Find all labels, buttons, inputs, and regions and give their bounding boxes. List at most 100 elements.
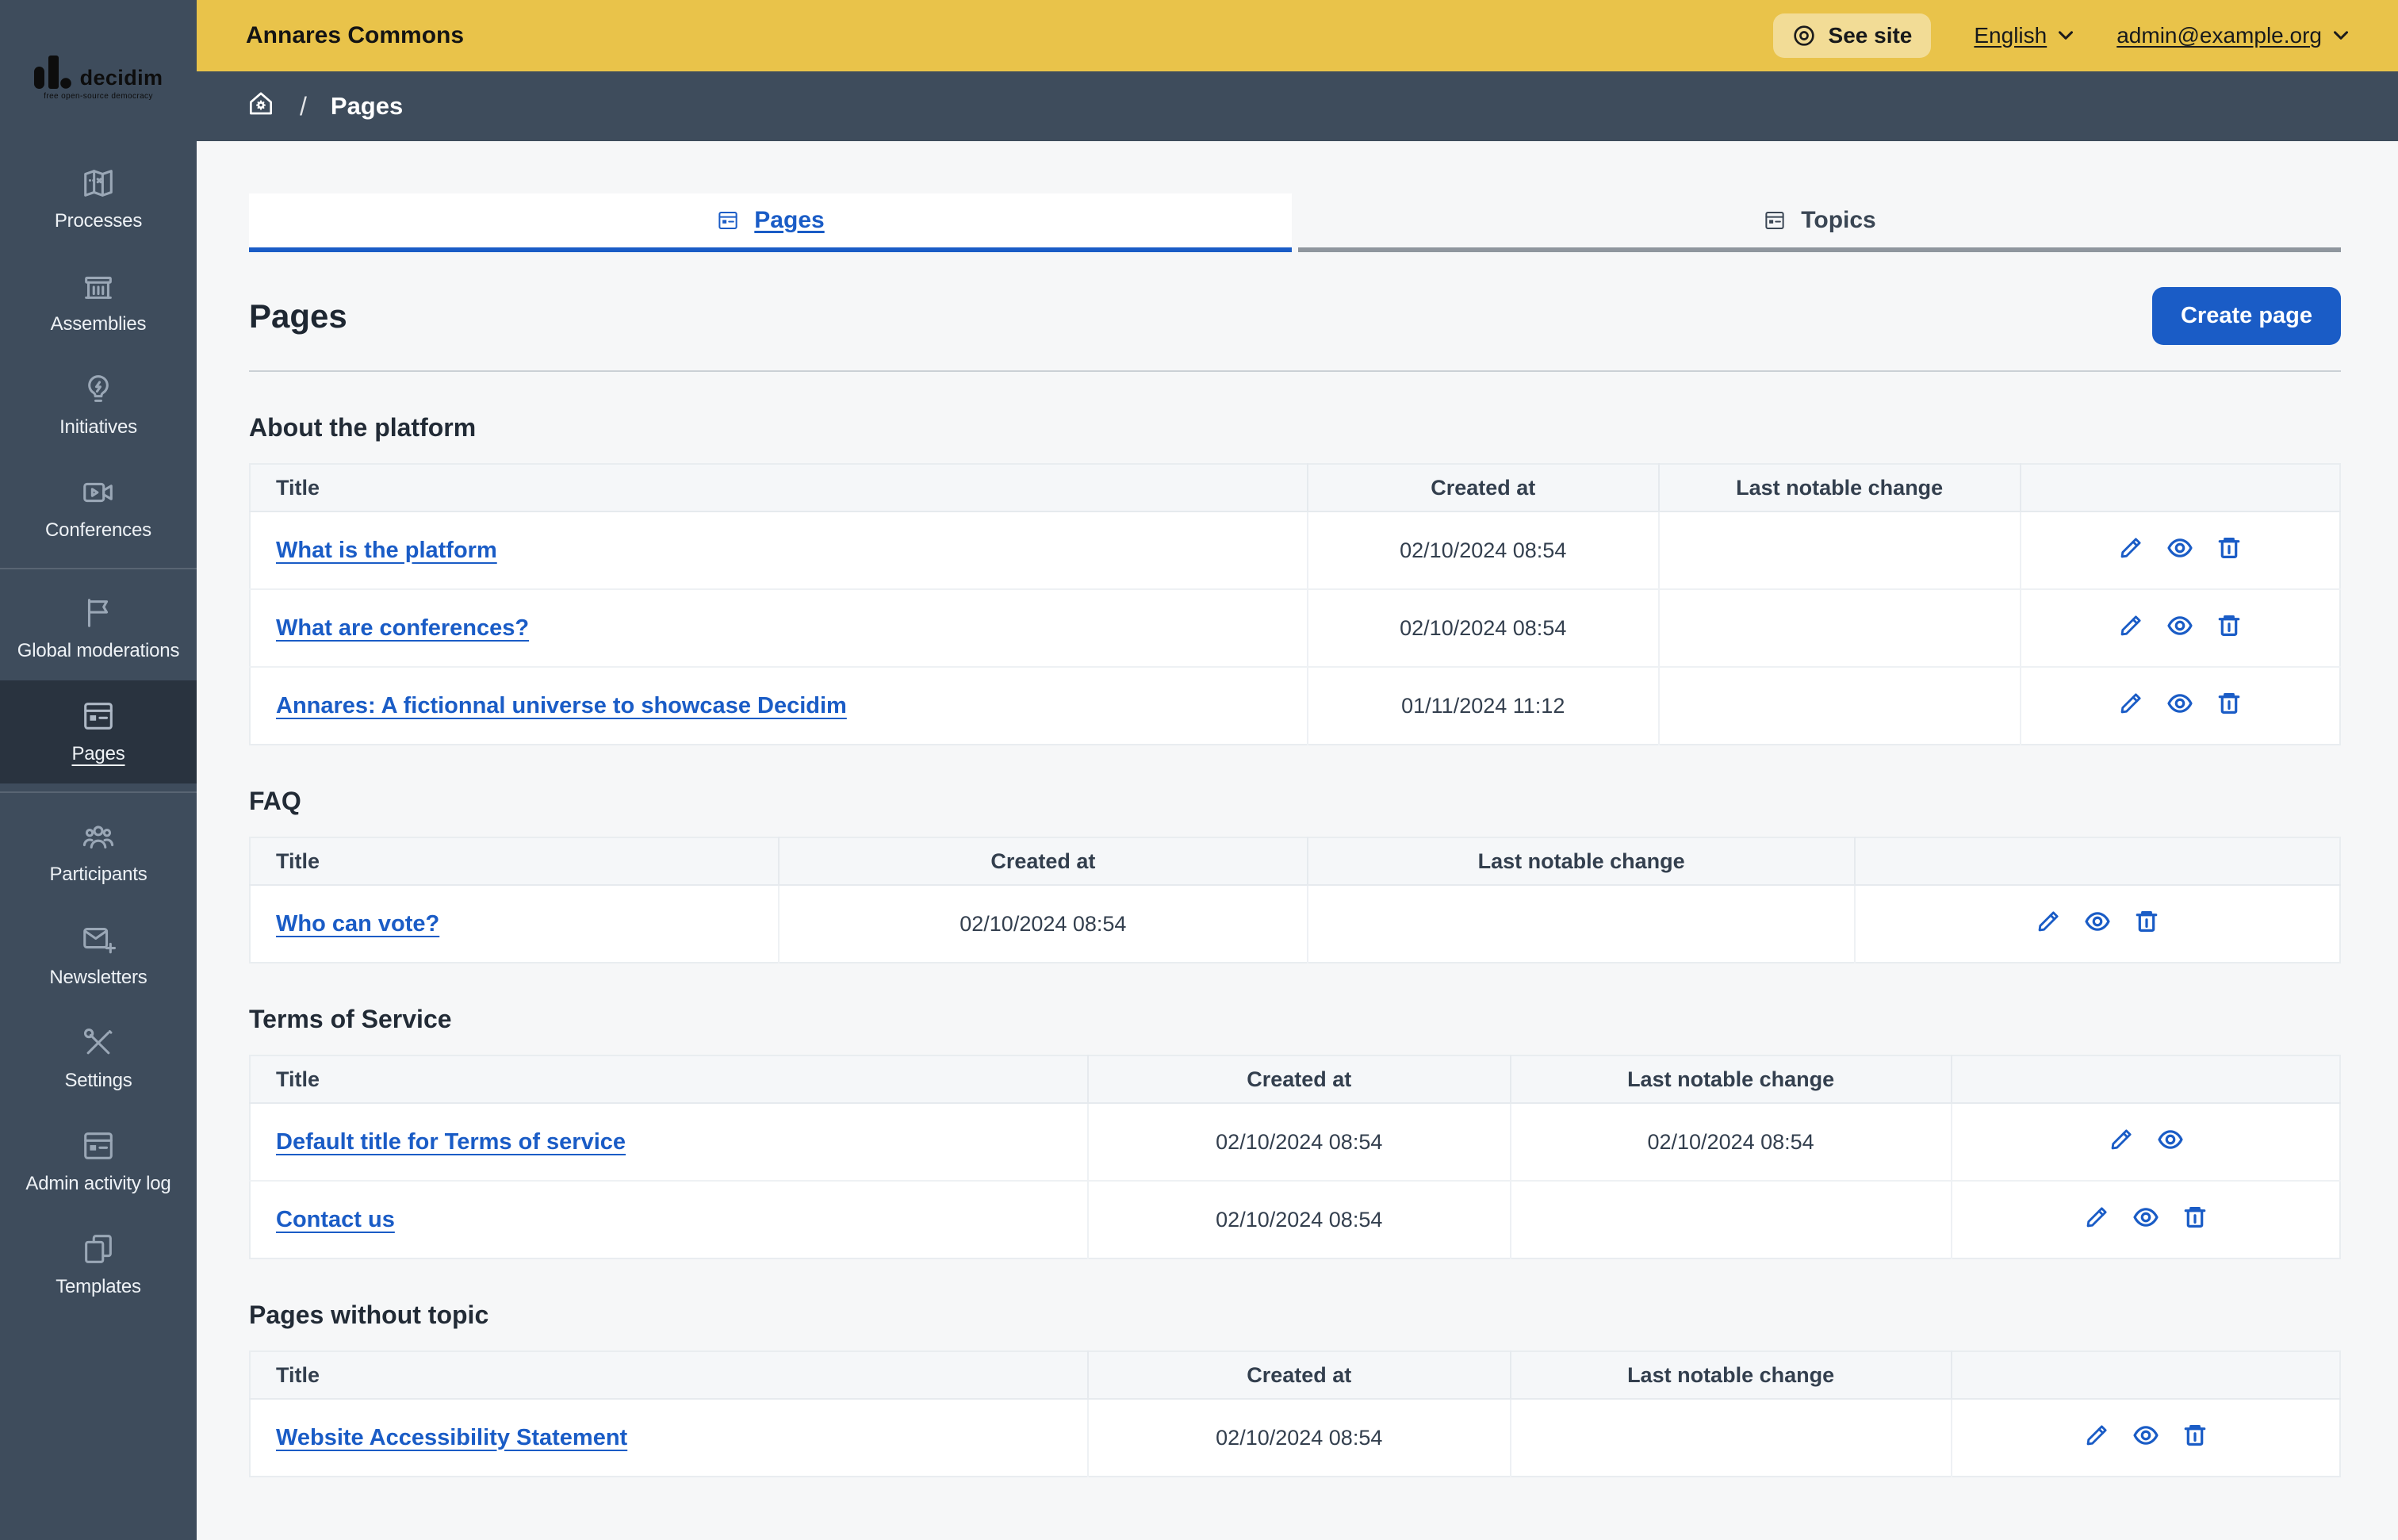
tab-pages[interactable]: Pages [249, 193, 1292, 252]
sidebar-item-templates[interactable]: Templates [0, 1213, 197, 1316]
table-header-row: Title Created at Last notable change [250, 1055, 2340, 1104]
preview-button[interactable] [2166, 612, 2193, 645]
sidebar-item-pages[interactable]: Pages [0, 680, 197, 783]
edit-button[interactable] [2117, 534, 2144, 567]
pages-table: Title Created at Last notable change Defaul… [249, 1055, 2341, 1259]
sidebar-item-conferences[interactable]: Conferences [0, 457, 197, 560]
sidebar-item-assemblies[interactable]: Assemblies [0, 251, 197, 354]
section-about-the-platform: About the platform Title Created at Last no… [249, 413, 2341, 745]
eye-icon [2157, 1126, 2184, 1159]
trash-icon [2182, 1204, 2208, 1236]
edit-button[interactable] [2117, 612, 2144, 645]
lightbulb-icon [80, 371, 117, 408]
section-heading: Pages without topic [249, 1301, 489, 1329]
sidebar: decidim free open-source democracy Proce… [0, 0, 197, 1540]
breadcrumb-separator: / [300, 91, 307, 121]
last-change-cell [1510, 1399, 1952, 1477]
team-icon [80, 818, 117, 855]
table-header-row: Title Created at Last notable change [250, 464, 2340, 512]
sidebar-item-participants[interactable]: Participants [0, 801, 197, 904]
actions-cell [1951, 1181, 2340, 1258]
page-title-link[interactable]: What are conferences? [276, 615, 529, 641]
tab-topics[interactable]: Topics [1298, 193, 2341, 252]
page-title-link[interactable]: Website Accessibility Statement [276, 1425, 627, 1450]
pages-table: Title Created at Last notable change What i… [249, 463, 2341, 745]
trash-icon [2216, 690, 2243, 722]
row-actions [1978, 1204, 2314, 1236]
column-header: Last notable change [1307, 837, 1856, 886]
sidebar-item-admin-activity-log[interactable]: Admin activity log [0, 1110, 197, 1213]
last-change-cell [1510, 1181, 1952, 1258]
table-row: Contact us 02/10/2024 08:54 [250, 1181, 2340, 1258]
sidebar-item-newsletters[interactable]: Newsletters [0, 904, 197, 1007]
column-header: Created at [778, 837, 1308, 886]
created-at-cell: 02/10/2024 08:54 [1088, 1399, 1511, 1477]
last-change-cell [1658, 667, 2021, 745]
preview-button[interactable] [2084, 908, 2111, 940]
delete-button[interactable] [2133, 908, 2160, 940]
page-title-link[interactable]: Annares: A fictionnal universe to showca… [276, 693, 847, 718]
create-page-button[interactable]: Create page [2151, 287, 2341, 345]
created-at-cell: 02/10/2024 08:54 [778, 885, 1308, 963]
column-header: Created at [1088, 1351, 1511, 1400]
delete-button[interactable] [2182, 1422, 2208, 1454]
pages-table: Title Created at Last notable change Websit… [249, 1350, 2341, 1477]
column-header: Title [250, 464, 1308, 512]
tab-label: Topics [1801, 207, 1876, 233]
edit-button[interactable] [2108, 1126, 2135, 1159]
trash-icon [2216, 534, 2243, 567]
row-actions [2047, 534, 2314, 567]
language-dropdown[interactable]: English [1974, 23, 2074, 48]
account-label: admin@example.org [2116, 23, 2322, 48]
preview-button[interactable] [2157, 1126, 2184, 1159]
row-actions [2047, 690, 2314, 722]
column-header [1951, 1055, 2340, 1104]
row-actions [1978, 1126, 2314, 1159]
edit-button[interactable] [2117, 690, 2144, 722]
sidebar-item-processes[interactable]: Processes [0, 147, 197, 251]
preview-button[interactable] [2132, 1422, 2159, 1454]
column-header: Last notable change [1510, 1351, 1952, 1400]
delete-button[interactable] [2182, 1204, 2208, 1236]
edit-button[interactable] [2035, 908, 2062, 940]
sidebar-item-initiatives[interactable]: Initiatives [0, 354, 197, 457]
target-eye-icon [1792, 24, 1816, 48]
account-dropdown[interactable]: admin@example.org [2116, 23, 2349, 48]
page-title-link[interactable]: Contact us [276, 1207, 395, 1232]
column-header [1855, 837, 2340, 886]
see-site-button[interactable]: See site [1772, 13, 1932, 58]
sidebar-item-global-moderations[interactable]: Global moderations [0, 577, 197, 680]
trash-icon [2182, 1422, 2208, 1454]
column-header [1951, 1351, 2340, 1400]
sidebar-item-label: Participants [49, 864, 147, 885]
page-title-link[interactable]: What is the platform [276, 538, 497, 563]
see-site-label: See site [1828, 23, 1913, 48]
pencil-icon [2083, 1204, 2110, 1236]
home-link[interactable] [246, 88, 276, 125]
title-cell: Annares: A fictionnal universe to showca… [250, 667, 1308, 745]
delete-button[interactable] [2216, 534, 2243, 567]
sidebar-item-label: Admin activity log [25, 1173, 171, 1194]
content: Pages Topics Pages Create page About the … [197, 141, 2398, 1540]
decidim-logo[interactable]: decidim free open-source democracy [0, 0, 197, 140]
edit-button[interactable] [2083, 1422, 2110, 1454]
delete-button[interactable] [2216, 612, 2243, 645]
preview-button[interactable] [2132, 1204, 2159, 1236]
sidebar-item-label: Templates [56, 1276, 141, 1297]
title-cell: Default title for Terms of service [250, 1103, 1090, 1182]
column-header: Last notable change [1510, 1055, 1952, 1104]
pencil-icon [2108, 1126, 2135, 1159]
preview-button[interactable] [2166, 690, 2193, 722]
column-header: Title [250, 1351, 1090, 1400]
page-title-link[interactable]: Who can vote? [276, 911, 439, 937]
last-change-cell [1658, 589, 2021, 668]
preview-button[interactable] [2166, 534, 2193, 567]
sidebar-item-settings[interactable]: Settings [0, 1007, 197, 1110]
delete-button[interactable] [2216, 690, 2243, 722]
sidebar-item-label: Global moderations [17, 640, 180, 661]
created-at-cell: 02/10/2024 08:54 [1088, 1181, 1511, 1258]
page-title-link[interactable]: Default title for Terms of service [276, 1129, 626, 1155]
chevron-down-icon [2058, 30, 2074, 41]
edit-button[interactable] [2083, 1204, 2110, 1236]
map-icon [80, 165, 117, 201]
